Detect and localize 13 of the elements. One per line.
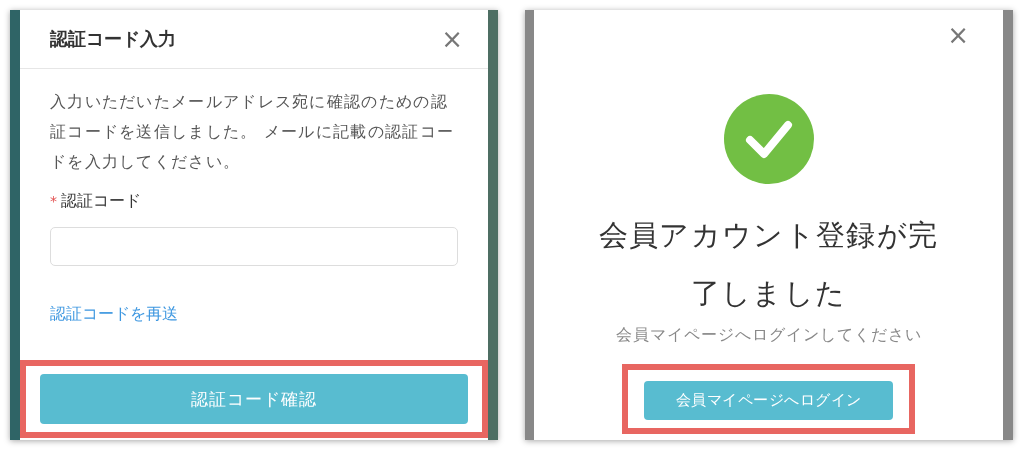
login-button[interactable]: 会員マイページへログイン	[644, 381, 893, 420]
resend-link[interactable]: 認証コードを再送	[50, 304, 178, 325]
input-field[interactable]	[50, 227, 458, 266]
required-mark: *	[50, 193, 57, 209]
dialog-title: 認証コード入力	[50, 27, 176, 51]
success-check-icon	[723, 94, 814, 184]
close-button[interactable]: ×	[441, 26, 463, 52]
instruction-text: 入力いただいたメールアドレス宛に確認のための認証コードを送信しました。 メールに記載の認証コードを入力してください。	[50, 92, 456, 173]
confirm-button[interactable]: 認証コード確認	[40, 374, 468, 424]
field-label: 認証コード	[61, 191, 141, 212]
success-heading: 会員アカウント登録が完了しました	[598, 218, 939, 312]
success-subtext: 会員マイページへログインしてください	[615, 325, 922, 346]
close-button[interactable]: ×	[947, 22, 969, 48]
